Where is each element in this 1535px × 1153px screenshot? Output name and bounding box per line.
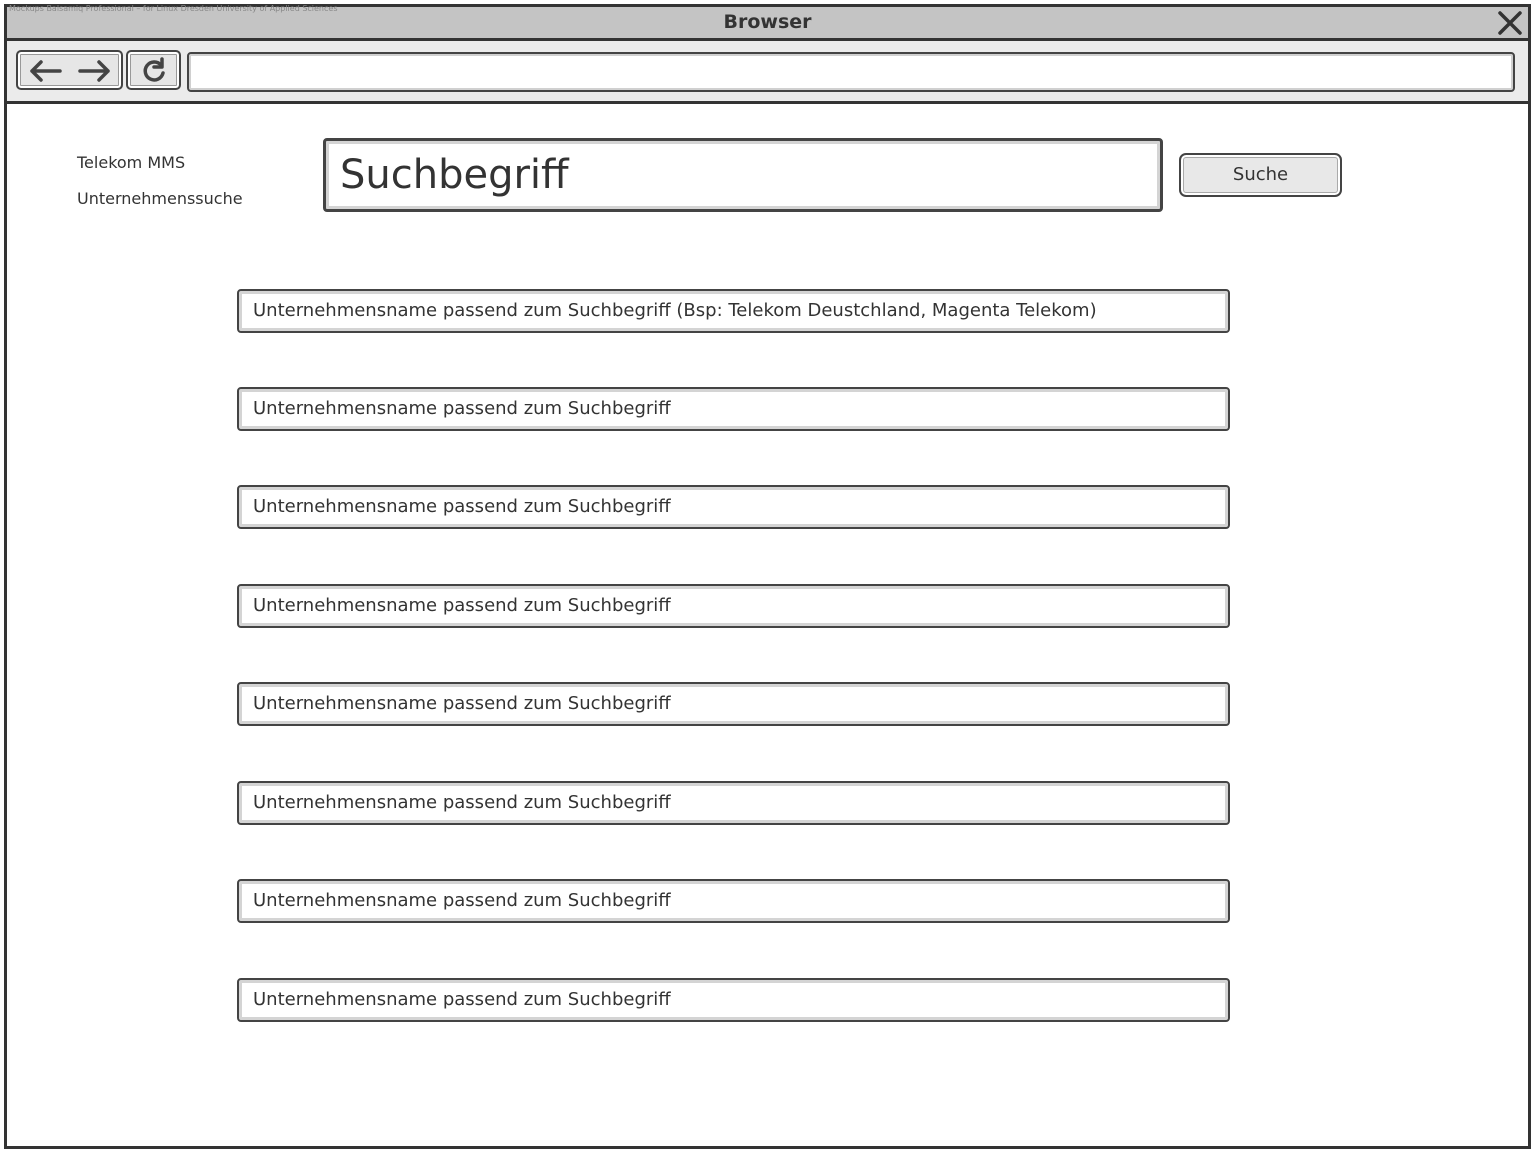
reload-icon [143,57,165,82]
result-item[interactable]: Unternehmensname passend zum Suchbegriff [237,387,1230,431]
result-item[interactable]: Unternehmensname passend zum Suchbegriff [237,682,1230,726]
result-item[interactable]: Unternehmensname passend zum Suchbegriff [237,978,1230,1022]
result-item[interactable]: Unternehmensname passend zum Suchbegriff [237,485,1230,529]
window-title: Browser [723,11,812,33]
result-item[interactable]: Unternehmensname passend zum Suchbegriff [237,879,1230,923]
search-button[interactable]: Suche [1179,153,1342,197]
brand-subtitle: Unternehmenssuche [77,189,243,208]
forward-arrow-icon[interactable] [74,58,114,84]
result-item[interactable]: Unternehmensname passend zum Suchbegriff [237,584,1230,628]
back-forward-buttons [16,50,123,90]
url-bar[interactable] [187,52,1515,92]
reload-button[interactable] [126,50,181,90]
result-item[interactable]: Unternehmensname passend zum Suchbegriff… [237,289,1230,333]
brand-name: Telekom MMS [77,153,186,172]
browser-toolbar [7,41,1528,104]
title-bar: Mockups Balsamiq Professional – for Linu… [7,4,1528,41]
result-item[interactable]: Unternehmensname passend zum Suchbegriff [237,781,1230,825]
browser-window: Mockups Balsamiq Professional – for Linu… [4,4,1531,1149]
search-input[interactable] [323,138,1163,212]
close-icon[interactable] [1497,10,1523,36]
back-arrow-icon[interactable] [26,58,66,84]
